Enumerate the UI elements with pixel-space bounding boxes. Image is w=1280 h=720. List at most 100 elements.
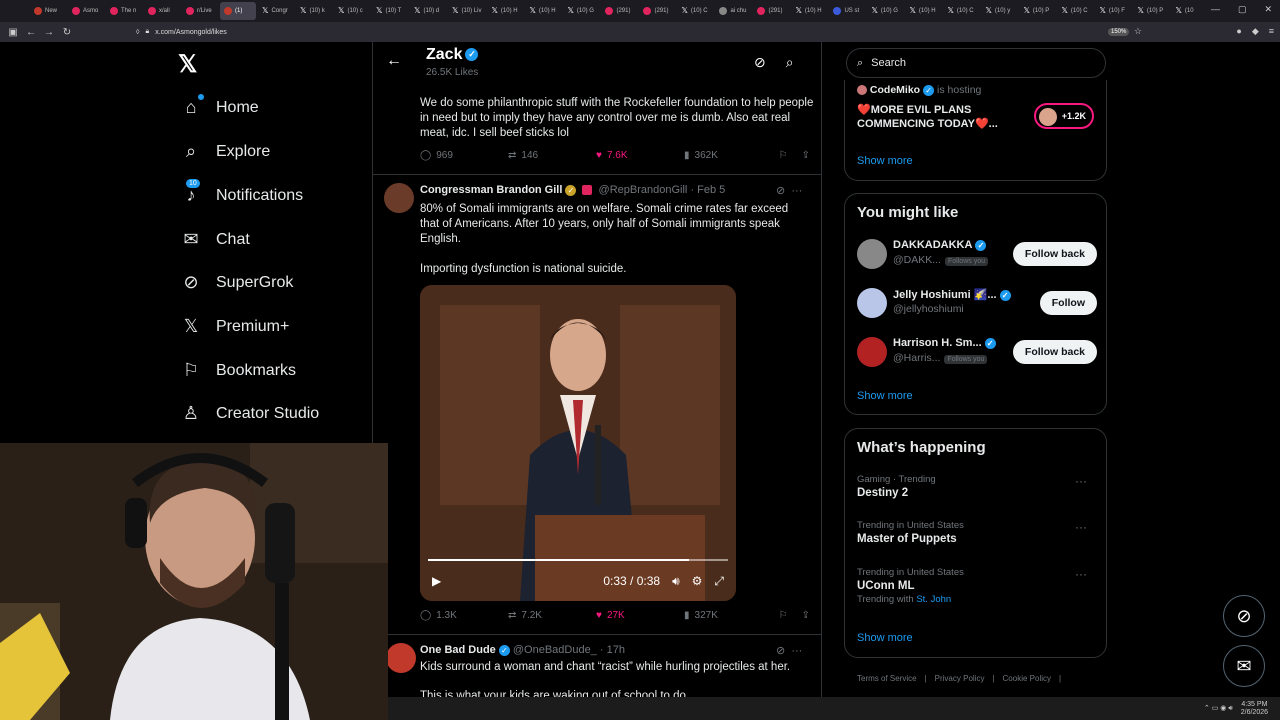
sidebar-icon[interactable]: ▣ xyxy=(4,27,22,38)
minimize-icon[interactable]: — xyxy=(1211,4,1220,15)
tray-icons[interactable]: ⌃ ▭ ◉ 🔊︎ xyxy=(1204,704,1233,713)
live-host[interactable]: CodeMiko ✓ is hosting xyxy=(857,84,981,96)
browser-tab[interactable]: 𝕏 (10) H xyxy=(487,2,523,20)
bookmark-icon[interactable]: ⚐ xyxy=(779,610,788,621)
browser-tab[interactable]: Asmo xyxy=(68,2,104,20)
more-icon[interactable]: ··· xyxy=(1075,520,1087,534)
tweet-options[interactable]: ⊘ ··· xyxy=(776,644,802,657)
back-arrow-icon[interactable]: ← xyxy=(22,27,40,38)
browser-tab[interactable]: 𝕏 (10) T xyxy=(372,2,408,20)
star-icon[interactable]: ☆ xyxy=(1134,26,1142,37)
suggestion-row[interactable]: DAKKADAKKA ✓ @DAKK... Follows you Follow b… xyxy=(857,237,1097,271)
video-player[interactable]: ▶ 0:33 / 0:38 🔊︎ ⚙ ⤢ xyxy=(420,285,736,601)
browser-tab[interactable]: The n xyxy=(106,2,142,20)
fullscreen-icon[interactable]: ⤢ xyxy=(714,574,724,589)
follow-back-button[interactable]: Follow back xyxy=(1012,340,1097,364)
search-input[interactable]: ⌕ Search xyxy=(846,48,1106,78)
tweet-author[interactable]: One Bad Dude ✓ @OneBadDude_ · 17h xyxy=(420,644,625,656)
maximize-icon[interactable]: ▢ xyxy=(1238,4,1247,15)
follow-back-button[interactable]: Follow back xyxy=(1012,242,1097,266)
browser-tab[interactable]: 𝕏 (10) G xyxy=(563,2,599,20)
browser-tab[interactable]: (291) xyxy=(601,2,637,20)
menu-icon[interactable]: ≡ xyxy=(1269,26,1274,37)
more-icon[interactable]: ··· xyxy=(1075,474,1087,488)
nav-chat[interactable]: ✉ Chat xyxy=(180,229,249,250)
nav-supergrok[interactable]: ⊘ SuperGrok xyxy=(180,272,293,293)
follow-button[interactable]: Follow xyxy=(1039,291,1097,315)
grok-icon[interactable]: ⊘ xyxy=(754,54,766,71)
close-icon[interactable]: ✕ xyxy=(1264,4,1272,15)
trend-item[interactable]: Trending in United States UConn ML Trend… xyxy=(857,567,1097,605)
volume-icon[interactable]: 🔊︎ xyxy=(672,574,680,589)
browser-tab[interactable]: (291) xyxy=(639,2,675,20)
cookie-link[interactable]: Cookie Policy xyxy=(1003,674,1051,683)
browser-tab[interactable]: (1) xyxy=(220,2,256,20)
browser-tab[interactable]: 𝕏 Congr xyxy=(258,2,294,20)
forward-arrow-icon[interactable]: → xyxy=(40,27,58,38)
live-title[interactable]: ❤️MORE EVIL PLANS COMMENCING TODAY❤️... xyxy=(857,103,1007,131)
views-button[interactable]: ▮ 362K xyxy=(684,150,772,161)
trend-item[interactable]: Trending in United States Master of Pupp… xyxy=(857,520,1097,545)
browser-tab[interactable]: 𝕏 (10) C xyxy=(677,2,713,20)
browser-tab[interactable]: 𝕏 (10) H xyxy=(791,2,827,20)
browser-tab[interactable]: 𝕏 (10) H xyxy=(525,2,561,20)
more-icon[interactable]: ··· xyxy=(1075,567,1087,581)
repost-button[interactable]: ⇄ 7.2K xyxy=(508,610,596,621)
nav-explore[interactable]: ⌕ Explore xyxy=(180,141,270,162)
browser-tab[interactable]: 𝕏 (10) H xyxy=(905,2,941,20)
tweet-options[interactable]: ⊘ ··· xyxy=(776,184,802,197)
show-more-link[interactable]: Show more xyxy=(857,390,913,402)
browser-tab[interactable]: ai chu xyxy=(715,2,751,20)
browser-tab[interactable]: (291) xyxy=(753,2,789,20)
nav-home[interactable]: ⌂ Home xyxy=(180,94,259,118)
show-more-link[interactable]: Show more xyxy=(857,155,913,167)
views-button[interactable]: ▮ 327K xyxy=(684,610,772,621)
play-icon[interactable]: ▶ xyxy=(432,574,441,588)
browser-tab[interactable]: US st xyxy=(829,2,865,20)
browser-tab[interactable]: x/all xyxy=(144,2,180,20)
browser-tab[interactable]: New xyxy=(30,2,66,20)
reload-icon[interactable]: ↻ xyxy=(58,27,76,38)
avatar[interactable] xyxy=(386,643,416,673)
live-listeners[interactable]: +1.2K xyxy=(1034,103,1094,129)
trend-item[interactable]: Gaming · Trending Destiny 2 ··· xyxy=(857,474,1097,499)
extensions-icon[interactable]: ◆ xyxy=(1252,26,1259,37)
tweet-author[interactable]: Congressman Brandon Gill ✓ @RepBrandonGil… xyxy=(420,184,725,196)
browser-tab[interactable]: 𝕏 (10) y xyxy=(981,2,1017,20)
messages-fab[interactable]: ✉ xyxy=(1223,645,1265,687)
browser-tab[interactable]: 𝕏 (10) k xyxy=(296,2,332,20)
bookmark-icon[interactable]: ⚐ xyxy=(779,150,788,161)
nav-bookmarks[interactable]: ⚐ Bookmarks xyxy=(180,360,296,381)
account-icon[interactable]: ● xyxy=(1236,26,1241,37)
terms-link[interactable]: Terms of Service xyxy=(857,674,917,683)
x-logo-icon[interactable]: 𝕏 xyxy=(178,50,197,79)
like-button[interactable]: ♥ 27K xyxy=(596,610,684,621)
show-more-link[interactable]: Show more xyxy=(857,632,913,644)
browser-tab[interactable]: 𝕏 (10) G xyxy=(867,2,903,20)
browser-tab[interactable]: 𝕏 (10) c xyxy=(334,2,370,20)
back-arrow-icon[interactable]: ← xyxy=(386,52,402,70)
share-icon[interactable]: ⇪ xyxy=(802,610,810,621)
nav-notifications[interactable]: ♪ 10 Notifications xyxy=(180,179,303,206)
suggestion-row[interactable]: Harrison H. Sm... ✓ @Harris... Follows you… xyxy=(857,335,1097,369)
zoom-level[interactable]: 150% xyxy=(1108,28,1130,36)
repost-button[interactable]: ⇄ 146 xyxy=(508,150,596,161)
browser-tab[interactable]: 𝕏 (10) P xyxy=(1133,2,1169,20)
browser-tab[interactable]: r/Live xyxy=(182,2,218,20)
clock[interactable]: 4:35 PM 2/6/2026 xyxy=(1241,701,1268,717)
browser-tab[interactable]: 𝕏 (10) C xyxy=(1057,2,1093,20)
privacy-link[interactable]: Privacy Policy xyxy=(935,674,985,683)
suggestion-row[interactable]: Jelly Hoshiumi 🌠... ✓ @jellyhoshiumi Foll… xyxy=(857,286,1097,320)
share-icon[interactable]: ⇪ xyxy=(802,150,810,161)
avatar[interactable] xyxy=(384,183,414,213)
grok-fab[interactable]: ⊘ xyxy=(1223,595,1265,637)
reply-button[interactable]: ◯ 1.3K xyxy=(420,610,508,621)
search-icon[interactable]: ⌕ xyxy=(786,54,794,71)
address-bar[interactable]: ◊ 🔒︎ x.com/Asmongold/likes xyxy=(136,24,1146,40)
browser-tab[interactable]: 𝕏 (10) C xyxy=(943,2,979,20)
browser-tab[interactable]: 𝕏 (10 xyxy=(1171,2,1207,20)
reply-button[interactable]: ◯ 969 xyxy=(420,150,508,161)
nav-premium[interactable]: 𝕏 Premium+ xyxy=(180,316,290,337)
like-button[interactable]: ♥ 7.6K xyxy=(596,150,684,161)
browser-tab[interactable]: 𝕏 (10) d xyxy=(410,2,446,20)
